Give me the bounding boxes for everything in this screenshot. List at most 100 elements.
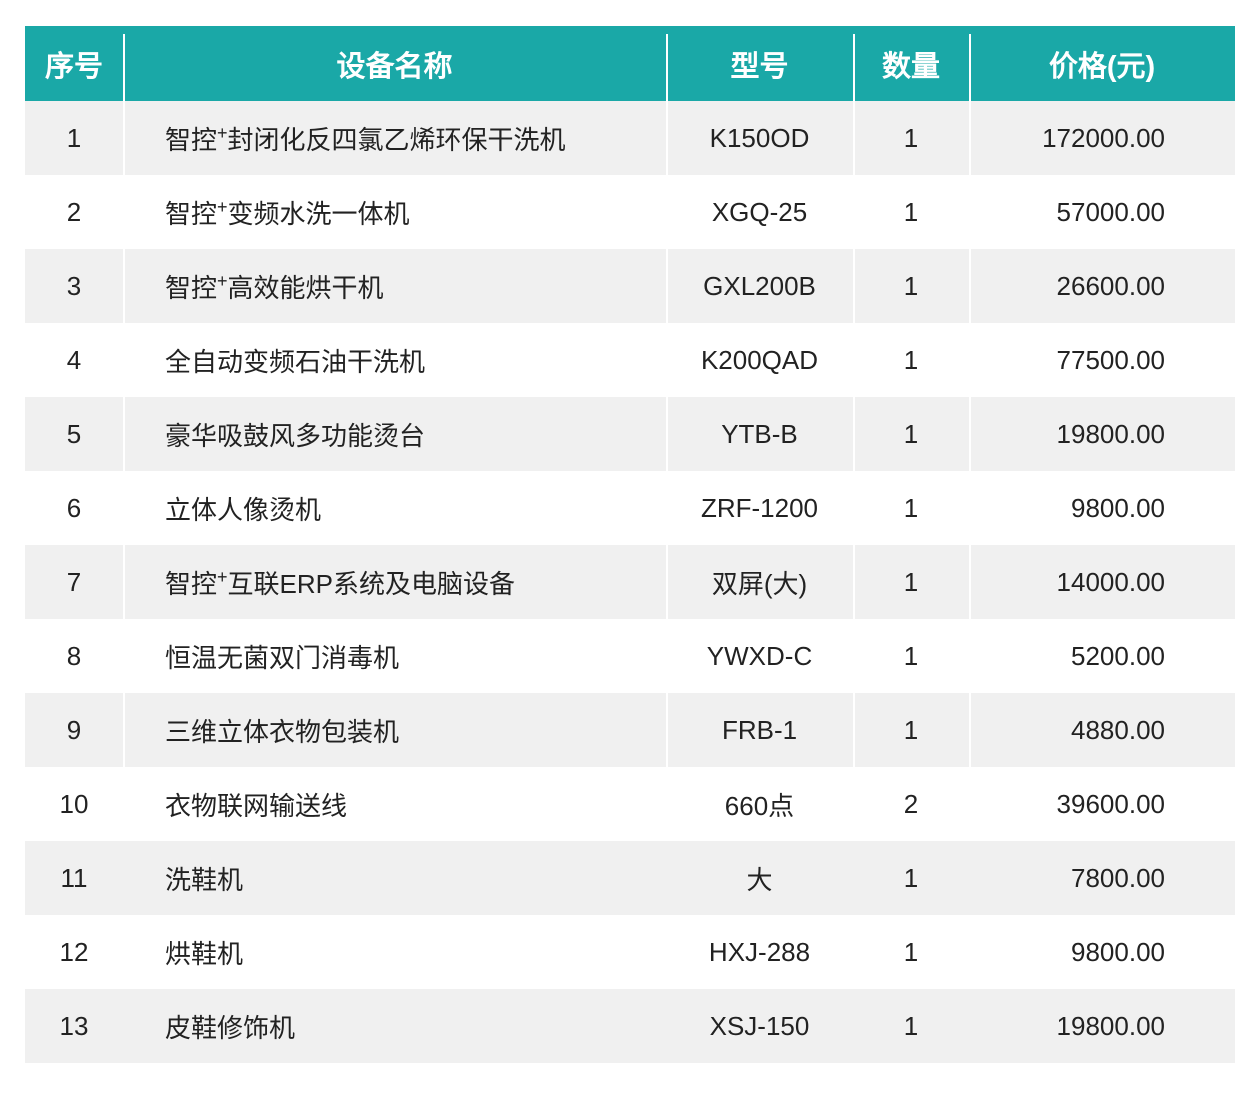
cell-index: 4 — [66, 344, 82, 375]
cell-price: 9800.00 — [969, 471, 1235, 545]
cell-name: 全自动变频石油干洗机 — [123, 323, 666, 397]
cell-model: GXL200B — [666, 249, 853, 323]
name-prefix: 智控 — [165, 124, 218, 155]
cell-quantity: 1 — [903, 936, 919, 967]
name-text: 变频水洗一体机 — [227, 198, 410, 229]
cell-index: 10 — [59, 788, 89, 819]
cell-price: 39600.00 — [969, 767, 1235, 841]
table-row: 7 智控+互联ERP系统及电脑设备 双屏(大) 1 14000.00 — [25, 545, 1235, 619]
cell-price: 9800.00 — [1071, 936, 1165, 967]
header-index: 序号 — [44, 50, 103, 83]
cell-price: 5200.00 — [969, 619, 1235, 693]
header-price: 价格(元) — [969, 26, 1235, 101]
cell-index: 9 — [66, 714, 82, 745]
cell-quantity: 1 — [853, 693, 969, 767]
cell-index: 11 — [60, 862, 88, 893]
cell-price: 14000.00 — [969, 545, 1235, 619]
cell-price: 57000.00 — [969, 175, 1235, 249]
cell-model: XGQ-25 — [666, 175, 853, 249]
cell-index: 8 — [66, 640, 82, 671]
cell-quantity: 1 — [853, 175, 969, 249]
cell-name: 皮鞋修饰机 — [123, 989, 666, 1063]
name-superscript: + — [217, 196, 228, 217]
cell-name: 智控+封闭化反四氯乙烯环保干洗机 — [123, 101, 666, 175]
name-text: 互联ERP系统及电脑设备 — [227, 568, 515, 599]
cell-name: 衣物联网输送线 — [123, 767, 666, 841]
name-text: 立体人像烫机 — [165, 494, 322, 525]
cell-name: 洗鞋机 — [123, 841, 666, 915]
table-header: 序号 设备名称 型号 数量 价格(元) — [25, 26, 1235, 101]
cell-price: 4880.00 — [969, 693, 1235, 767]
table-row: 11 洗鞋机 大 1 7800.00 — [25, 841, 1235, 915]
equipment-price-table: 序号 设备名称 型号 数量 价格(元) 1 智控+封闭化反四氯乙烯环保干洗机 K15… — [25, 26, 1235, 1063]
header-quantity: 数量 — [853, 26, 969, 101]
cell-quantity: 1 — [853, 545, 969, 619]
cell-name: 恒温无菌双门消毒机 — [123, 619, 666, 693]
equipment-table-container: 序号 设备名称 型号 数量 价格(元) 1 智控+封闭化反四氯乙烯环保干洗机 K15… — [25, 26, 1235, 1063]
name-text: 三维立体衣物包装机 — [165, 716, 400, 747]
cell-quantity: 1 — [903, 862, 919, 893]
table-row: 3 智控+高效能烘干机 GXL200B 1 26600.00 — [25, 249, 1235, 323]
cell-quantity: 1 — [853, 101, 969, 175]
name-text: 烘鞋机 — [165, 938, 244, 969]
cell-index: 1 — [66, 122, 82, 153]
cell-model: HXJ-288 — [708, 936, 811, 967]
cell-name: 立体人像烫机 — [123, 471, 666, 545]
cell-price: 26600.00 — [969, 249, 1235, 323]
name-superscript: + — [217, 122, 228, 143]
cell-model: YTB-B — [666, 397, 853, 471]
cell-model: K200QAD — [666, 323, 853, 397]
cell-index: 6 — [66, 492, 82, 523]
cell-name: 豪华吸鼓风多功能烫台 — [123, 397, 666, 471]
cell-index: 13 — [59, 1010, 89, 1041]
cell-model: XSJ-150 — [709, 1010, 810, 1041]
name-prefix: 智控 — [165, 272, 218, 303]
cell-price: 19800.00 — [1056, 1010, 1165, 1041]
name-text: 皮鞋修饰机 — [165, 1012, 296, 1043]
cell-model: ZRF-1200 — [666, 471, 853, 545]
cell-model: K150OD — [666, 101, 853, 175]
name-text: 高效能烘干机 — [227, 272, 384, 303]
name-superscript: + — [217, 566, 228, 587]
cell-quantity: 1 — [853, 397, 969, 471]
cell-model: FRB-1 — [666, 693, 853, 767]
cell-index: 7 — [66, 566, 82, 597]
cell-quantity: 1 — [853, 249, 969, 323]
cell-quantity: 1 — [853, 323, 969, 397]
cell-name: 烘鞋机 — [123, 915, 666, 989]
table-row: 10 衣物联网输送线 660点 2 39600.00 — [25, 767, 1235, 841]
cell-quantity: 1 — [853, 619, 969, 693]
table-row: 8 恒温无菌双门消毒机 YWXD-C 1 5200.00 — [25, 619, 1235, 693]
cell-name: 智控+高效能烘干机 — [123, 249, 666, 323]
name-prefix: 智控 — [165, 568, 218, 599]
name-text: 洗鞋机 — [165, 864, 244, 895]
cell-quantity: 1 — [853, 471, 969, 545]
header-name: 设备名称 — [123, 26, 666, 101]
cell-index: 5 — [66, 418, 82, 449]
cell-price: 77500.00 — [969, 323, 1235, 397]
cell-model: 大 — [746, 864, 773, 895]
name-superscript: + — [217, 270, 228, 291]
cell-price: 172000.00 — [969, 101, 1235, 175]
name-text: 封闭化反四氯乙烯环保干洗机 — [227, 124, 566, 155]
table-row: 1 智控+封闭化反四氯乙烯环保干洗机 K150OD 1 172000.00 — [25, 101, 1235, 175]
header-model: 型号 — [666, 26, 853, 101]
cell-price: 19800.00 — [969, 397, 1235, 471]
cell-model: YWXD-C — [666, 619, 853, 693]
name-prefix: 智控 — [165, 198, 218, 229]
cell-model: 660点 — [666, 767, 853, 841]
table-row: 6 立体人像烫机 ZRF-1200 1 9800.00 — [25, 471, 1235, 545]
table-row: 2 智控+变频水洗一体机 XGQ-25 1 57000.00 — [25, 175, 1235, 249]
table-header-row: 序号 设备名称 型号 数量 价格(元) — [25, 26, 1235, 101]
cell-name: 智控+变频水洗一体机 — [123, 175, 666, 249]
table-row: 4 全自动变频石油干洗机 K200QAD 1 77500.00 — [25, 323, 1235, 397]
cell-index: 3 — [66, 270, 82, 301]
name-text: 恒温无菌双门消毒机 — [165, 642, 400, 673]
cell-name: 三维立体衣物包装机 — [123, 693, 666, 767]
cell-name: 智控+互联ERP系统及电脑设备 — [123, 545, 666, 619]
table-row: 12 烘鞋机 HXJ-288 1 9800.00 — [25, 915, 1235, 989]
cell-index: 12 — [59, 936, 89, 967]
cell-price: 7800.00 — [1071, 862, 1165, 893]
name-text: 衣物联网输送线 — [165, 790, 348, 821]
cell-model: 双屏(大) — [666, 545, 853, 619]
